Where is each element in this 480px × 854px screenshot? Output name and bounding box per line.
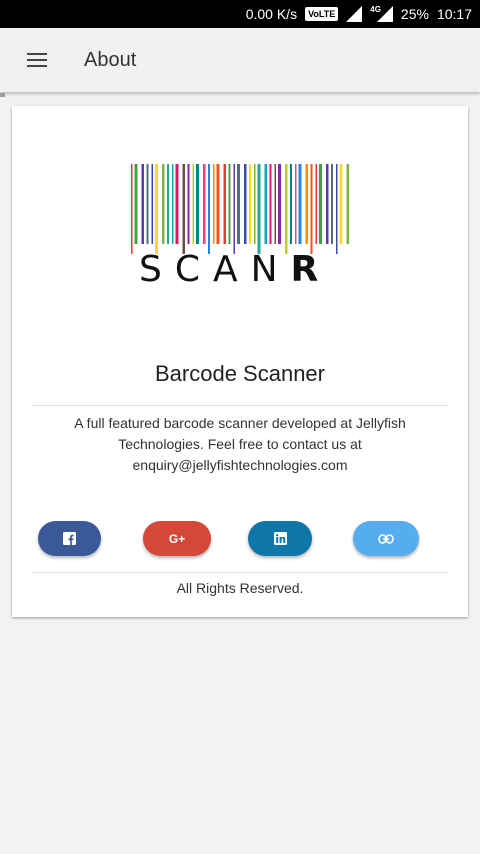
network-speed: 0.00 K/s — [245, 6, 298, 22]
website-link-button[interactable] — [353, 521, 419, 556]
barcode-graphic — [131, 164, 349, 254]
barcode-stripe — [305, 164, 308, 244]
progress-indicator — [0, 93, 5, 97]
barcode-stripe — [339, 164, 343, 244]
barcode-stripe — [141, 164, 144, 244]
google-plus-icon: G+ — [168, 531, 186, 546]
network-type: 4G — [370, 4, 381, 14]
barcode-stripe — [290, 164, 292, 244]
barcode-stripe — [223, 164, 226, 244]
barcode-stripe — [264, 164, 267, 244]
barcode-stripe — [233, 164, 235, 254]
facebook-icon — [63, 532, 76, 545]
barcode-stripe — [134, 164, 138, 244]
barcode-stripe — [346, 164, 349, 244]
barcode-stripe — [187, 164, 190, 244]
signal-icon — [346, 6, 363, 22]
barcode-stripe — [237, 164, 240, 244]
logo-text-bold: R — [290, 249, 319, 290]
barcode-stripe — [336, 164, 338, 254]
barcode-stripe — [269, 164, 272, 244]
app-bar: About — [0, 28, 480, 92]
app-name: Barcode Scanner — [155, 361, 325, 386]
linkedin-button[interactable] — [248, 521, 312, 556]
barcode-stripe — [162, 164, 165, 244]
page-title: About — [84, 48, 137, 71]
facebook-button[interactable] — [38, 521, 101, 556]
barcode-stripe — [172, 164, 174, 244]
logo-text-regular: SCAN — [139, 249, 291, 290]
app-description: A full featured barcode scanner develope… — [74, 415, 406, 473]
barcode-stripe — [192, 164, 194, 244]
menu-button[interactable] — [13, 36, 61, 84]
about-card: SCANR Barcode Scanner A full featured ba… — [12, 106, 468, 617]
barcode-stripe — [167, 164, 169, 244]
barcode-stripe — [131, 164, 133, 254]
barcode-stripe — [274, 164, 276, 244]
barcode-stripe — [295, 164, 297, 244]
linkedin-icon — [273, 532, 287, 545]
logo-text: SCANR — [139, 250, 349, 290]
barcode-stripe — [213, 164, 215, 244]
status-bar: 0.00 K/s VoLTE 4G 25% 10:17 — [0, 0, 480, 28]
barcode-stripe — [326, 164, 329, 244]
barcode-stripe — [155, 164, 158, 254]
link-icon — [378, 533, 394, 544]
hamburger-menu-icon — [27, 53, 47, 67]
barcode-stripe — [298, 164, 302, 244]
battery-level: 25% — [400, 6, 429, 22]
divider-bottom — [31, 572, 449, 573]
barcode-stripe — [146, 164, 149, 244]
app-logo: SCANR — [129, 164, 353, 290]
barcode-stripe — [278, 164, 281, 244]
barcode-stripe — [331, 164, 333, 244]
google-plus-button[interactable]: G+ — [143, 521, 211, 556]
barcode-stripe — [208, 164, 210, 254]
barcode-stripe — [175, 164, 179, 244]
barcode-stripe — [216, 164, 220, 244]
barcode-stripe — [203, 164, 206, 244]
barcode-stripe — [315, 164, 317, 244]
divider-top — [31, 405, 449, 406]
barcode-stripe — [319, 164, 322, 244]
copyright-text: All Rights Reserved. — [176, 580, 304, 596]
volte-badge: VoLTE — [305, 7, 339, 21]
barcode-stripe — [310, 164, 313, 254]
barcode-stripe — [244, 164, 247, 244]
barcode-stripe — [249, 164, 251, 244]
clock: 10:17 — [436, 6, 472, 22]
barcode-stripe — [228, 164, 231, 244]
barcode-stripe — [182, 164, 185, 254]
barcode-stripe — [285, 164, 288, 254]
barcode-stripe — [254, 164, 256, 244]
barcode-stripe — [257, 164, 261, 254]
barcode-stripe — [151, 164, 153, 244]
barcode-stripe — [196, 164, 199, 244]
